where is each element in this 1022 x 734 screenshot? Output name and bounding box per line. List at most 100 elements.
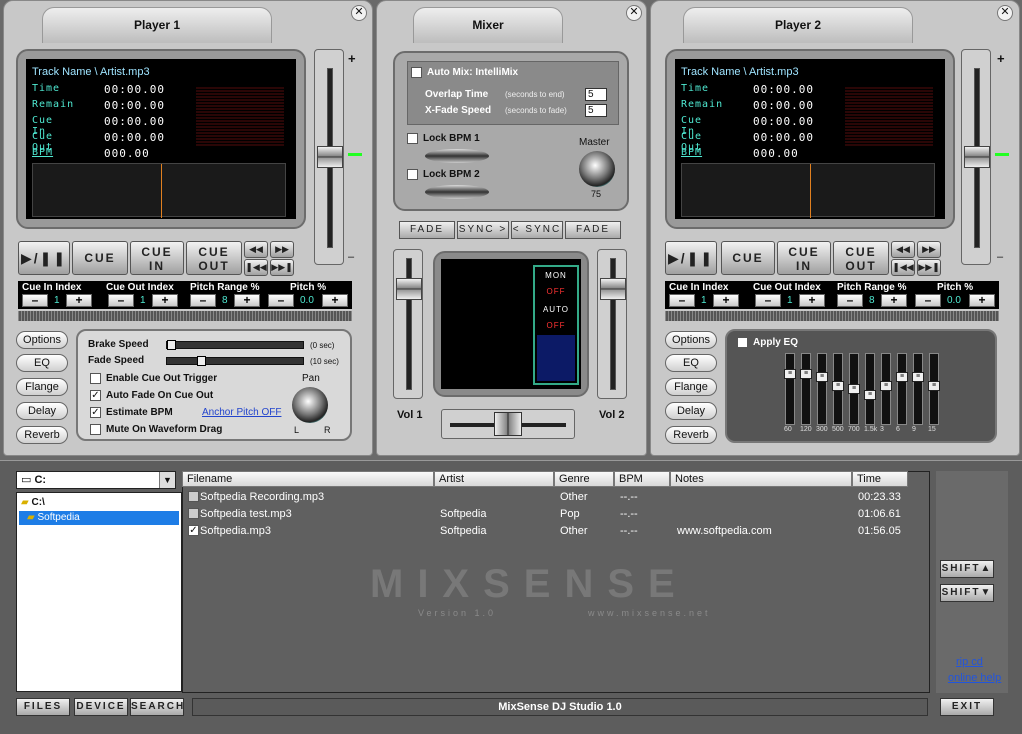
- checkbox-checked-icon[interactable]: ✓: [90, 390, 101, 401]
- eq-band-slider[interactable]: ≡: [880, 353, 892, 425]
- eq-thumb[interactable]: ≡: [864, 390, 876, 400]
- player2-pitchrange-plus-button[interactable]: +: [881, 294, 907, 307]
- player2-skip-forward-button[interactable]: ▶▶❚: [917, 259, 941, 276]
- mixer-mon-state[interactable]: OFF: [535, 287, 577, 296]
- player1-flange-button[interactable]: Flange: [16, 378, 68, 396]
- files-button[interactable]: FILES: [16, 698, 70, 716]
- player2-reverb-button[interactable]: Reverb: [665, 426, 717, 444]
- player2-play-pause-button[interactable]: ▶/❚❚: [665, 241, 717, 275]
- col-bpm[interactable]: BPM: [614, 471, 670, 487]
- player1-cue-out-button[interactable]: CUE OUT: [186, 241, 242, 275]
- mixer-close-icon[interactable]: ✕: [626, 5, 642, 21]
- checkbox-icon[interactable]: [188, 491, 199, 502]
- col-genre[interactable]: Genre: [554, 471, 614, 487]
- eq-band-slider[interactable]: ≡: [848, 353, 860, 425]
- player2-cue-in-button[interactable]: CUE IN: [777, 241, 831, 275]
- player2-delay-button[interactable]: Delay: [665, 402, 717, 420]
- chevron-down-icon[interactable]: ▼: [159, 472, 175, 488]
- player2-options-button[interactable]: Options: [665, 331, 717, 349]
- eq-thumb[interactable]: ≡: [912, 372, 924, 382]
- player2-cue-out-button[interactable]: CUE OUT: [833, 241, 889, 275]
- eq-thumb[interactable]: ≡: [928, 381, 940, 391]
- player2-pitch-minus-button[interactable]: –: [915, 294, 941, 307]
- col-artist[interactable]: Artist: [434, 471, 554, 487]
- eq-thumb[interactable]: ≡: [784, 369, 796, 379]
- mixer-lock-bpm2[interactable]: Lock BPM 2: [407, 169, 480, 180]
- drive-select[interactable]: ▭ C: ▼: [16, 471, 176, 489]
- eq-thumb[interactable]: ≡: [880, 381, 892, 391]
- eq-thumb[interactable]: ≡: [816, 372, 828, 382]
- player2-cuein-minus-button[interactable]: –: [669, 294, 695, 307]
- player2-pitch-plus-button[interactable]: +: [969, 294, 995, 307]
- mixer-sync-right-button[interactable]: SYNC >: [457, 221, 509, 239]
- player2-pitch-slider[interactable]: [964, 146, 990, 168]
- checkbox-checked-icon[interactable]: ✓: [90, 407, 101, 418]
- player1-pitch-plus-button[interactable]: +: [322, 294, 348, 307]
- eq-band-slider[interactable]: ≡: [896, 353, 908, 425]
- player1-cuein-plus-button[interactable]: +: [66, 294, 92, 307]
- player2-cueout-minus-button[interactable]: –: [755, 294, 781, 307]
- eq-band-slider[interactable]: ≡: [816, 353, 828, 425]
- device-button[interactable]: DEVICE: [74, 698, 128, 716]
- search-button[interactable]: SEARCH: [130, 698, 184, 716]
- player2-progress-strip[interactable]: [665, 311, 999, 321]
- player1-close-icon[interactable]: ✕: [351, 5, 367, 21]
- player1-opt-mute-drag[interactable]: Mute On Waveform Drag: [90, 424, 222, 435]
- player1-brake-slider[interactable]: [166, 340, 304, 350]
- checkbox-icon[interactable]: [407, 169, 418, 180]
- player1-skip-forward-button[interactable]: ▶▶❚: [270, 259, 294, 276]
- eq-band-slider[interactable]: ≡: [928, 353, 940, 425]
- mixer-vol2-slider[interactable]: [600, 278, 626, 300]
- player1-cue-button[interactable]: CUE: [72, 241, 128, 275]
- exit-button[interactable]: EXIT: [940, 698, 994, 716]
- mixer-bpm2-jog[interactable]: [425, 185, 489, 199]
- shift-up-button[interactable]: SHIFT▲: [940, 560, 994, 578]
- player1-pan-knob[interactable]: [292, 387, 328, 423]
- player1-forward-button[interactable]: ▶▶: [270, 241, 294, 258]
- player1-pitchrange-plus-button[interactable]: +: [234, 294, 260, 307]
- player1-cuein-minus-button[interactable]: –: [22, 294, 48, 307]
- tree-item-softpedia[interactable]: ▰ Softpedia: [19, 511, 179, 525]
- player2-rewind-button[interactable]: ◀◀: [891, 241, 915, 258]
- tree-item-c[interactable]: ▰ C:\: [21, 497, 45, 508]
- player1-cueout-minus-button[interactable]: –: [108, 294, 134, 307]
- eq-band-slider[interactable]: ≡: [864, 353, 876, 425]
- eq-band-slider[interactable]: ≡: [784, 353, 796, 425]
- mixer-lock-bpm1[interactable]: Lock BPM 1: [407, 133, 480, 144]
- player2-eq-button[interactable]: EQ: [665, 354, 717, 372]
- player1-options-button[interactable]: Options: [16, 331, 68, 349]
- rip-cd-link[interactable]: rip cd: [956, 656, 983, 668]
- col-time[interactable]: Time: [852, 471, 908, 487]
- mixer-overlap-input[interactable]: 5: [585, 88, 607, 101]
- mixer-fade-left-button[interactable]: FADE: [399, 221, 455, 239]
- eq-thumb[interactable]: ≡: [832, 381, 844, 391]
- checkbox-icon[interactable]: [411, 67, 422, 78]
- eq-band-slider[interactable]: ≡: [800, 353, 812, 425]
- player1-delay-button[interactable]: Delay: [16, 402, 68, 420]
- mixer-fade-right-button[interactable]: FADE: [565, 221, 621, 239]
- player2-waveform[interactable]: [681, 163, 935, 218]
- table-row[interactable]: ✓: [184, 523, 928, 539]
- player2-cueout-plus-button[interactable]: +: [799, 294, 825, 307]
- player2-flange-button[interactable]: Flange: [665, 378, 717, 396]
- checkbox-icon[interactable]: [188, 508, 199, 519]
- mixer-crossfader[interactable]: [494, 412, 522, 436]
- col-notes[interactable]: Notes: [670, 471, 852, 487]
- player1-opt-autofade[interactable]: ✓ Auto Fade On Cue Out: [90, 390, 213, 401]
- mixer-auto-state[interactable]: OFF: [535, 321, 577, 330]
- player1-fade-slider[interactable]: [166, 356, 304, 366]
- player1-skip-back-button[interactable]: ❚◀◀: [244, 259, 268, 276]
- player1-play-pause-button[interactable]: ▶/❚❚: [18, 241, 70, 275]
- player2-pitchrange-minus-button[interactable]: –: [837, 294, 863, 307]
- player2-skip-back-button[interactable]: ❚◀◀: [891, 259, 915, 276]
- player1-progress-strip[interactable]: [18, 311, 352, 321]
- eq-band-slider[interactable]: ≡: [832, 353, 844, 425]
- mixer-xfade-input[interactable]: 5: [585, 104, 607, 117]
- checkbox-icon[interactable]: [90, 424, 101, 435]
- eq-thumb[interactable]: ≡: [848, 384, 860, 394]
- player1-rewind-button[interactable]: ◀◀: [244, 241, 268, 258]
- table-row[interactable]: [184, 506, 928, 522]
- player2-apply-eq-toggle[interactable]: ✓ Apply EQ: [737, 337, 798, 348]
- eq-band-slider[interactable]: ≡: [912, 353, 924, 425]
- checkbox-icon[interactable]: [407, 133, 418, 144]
